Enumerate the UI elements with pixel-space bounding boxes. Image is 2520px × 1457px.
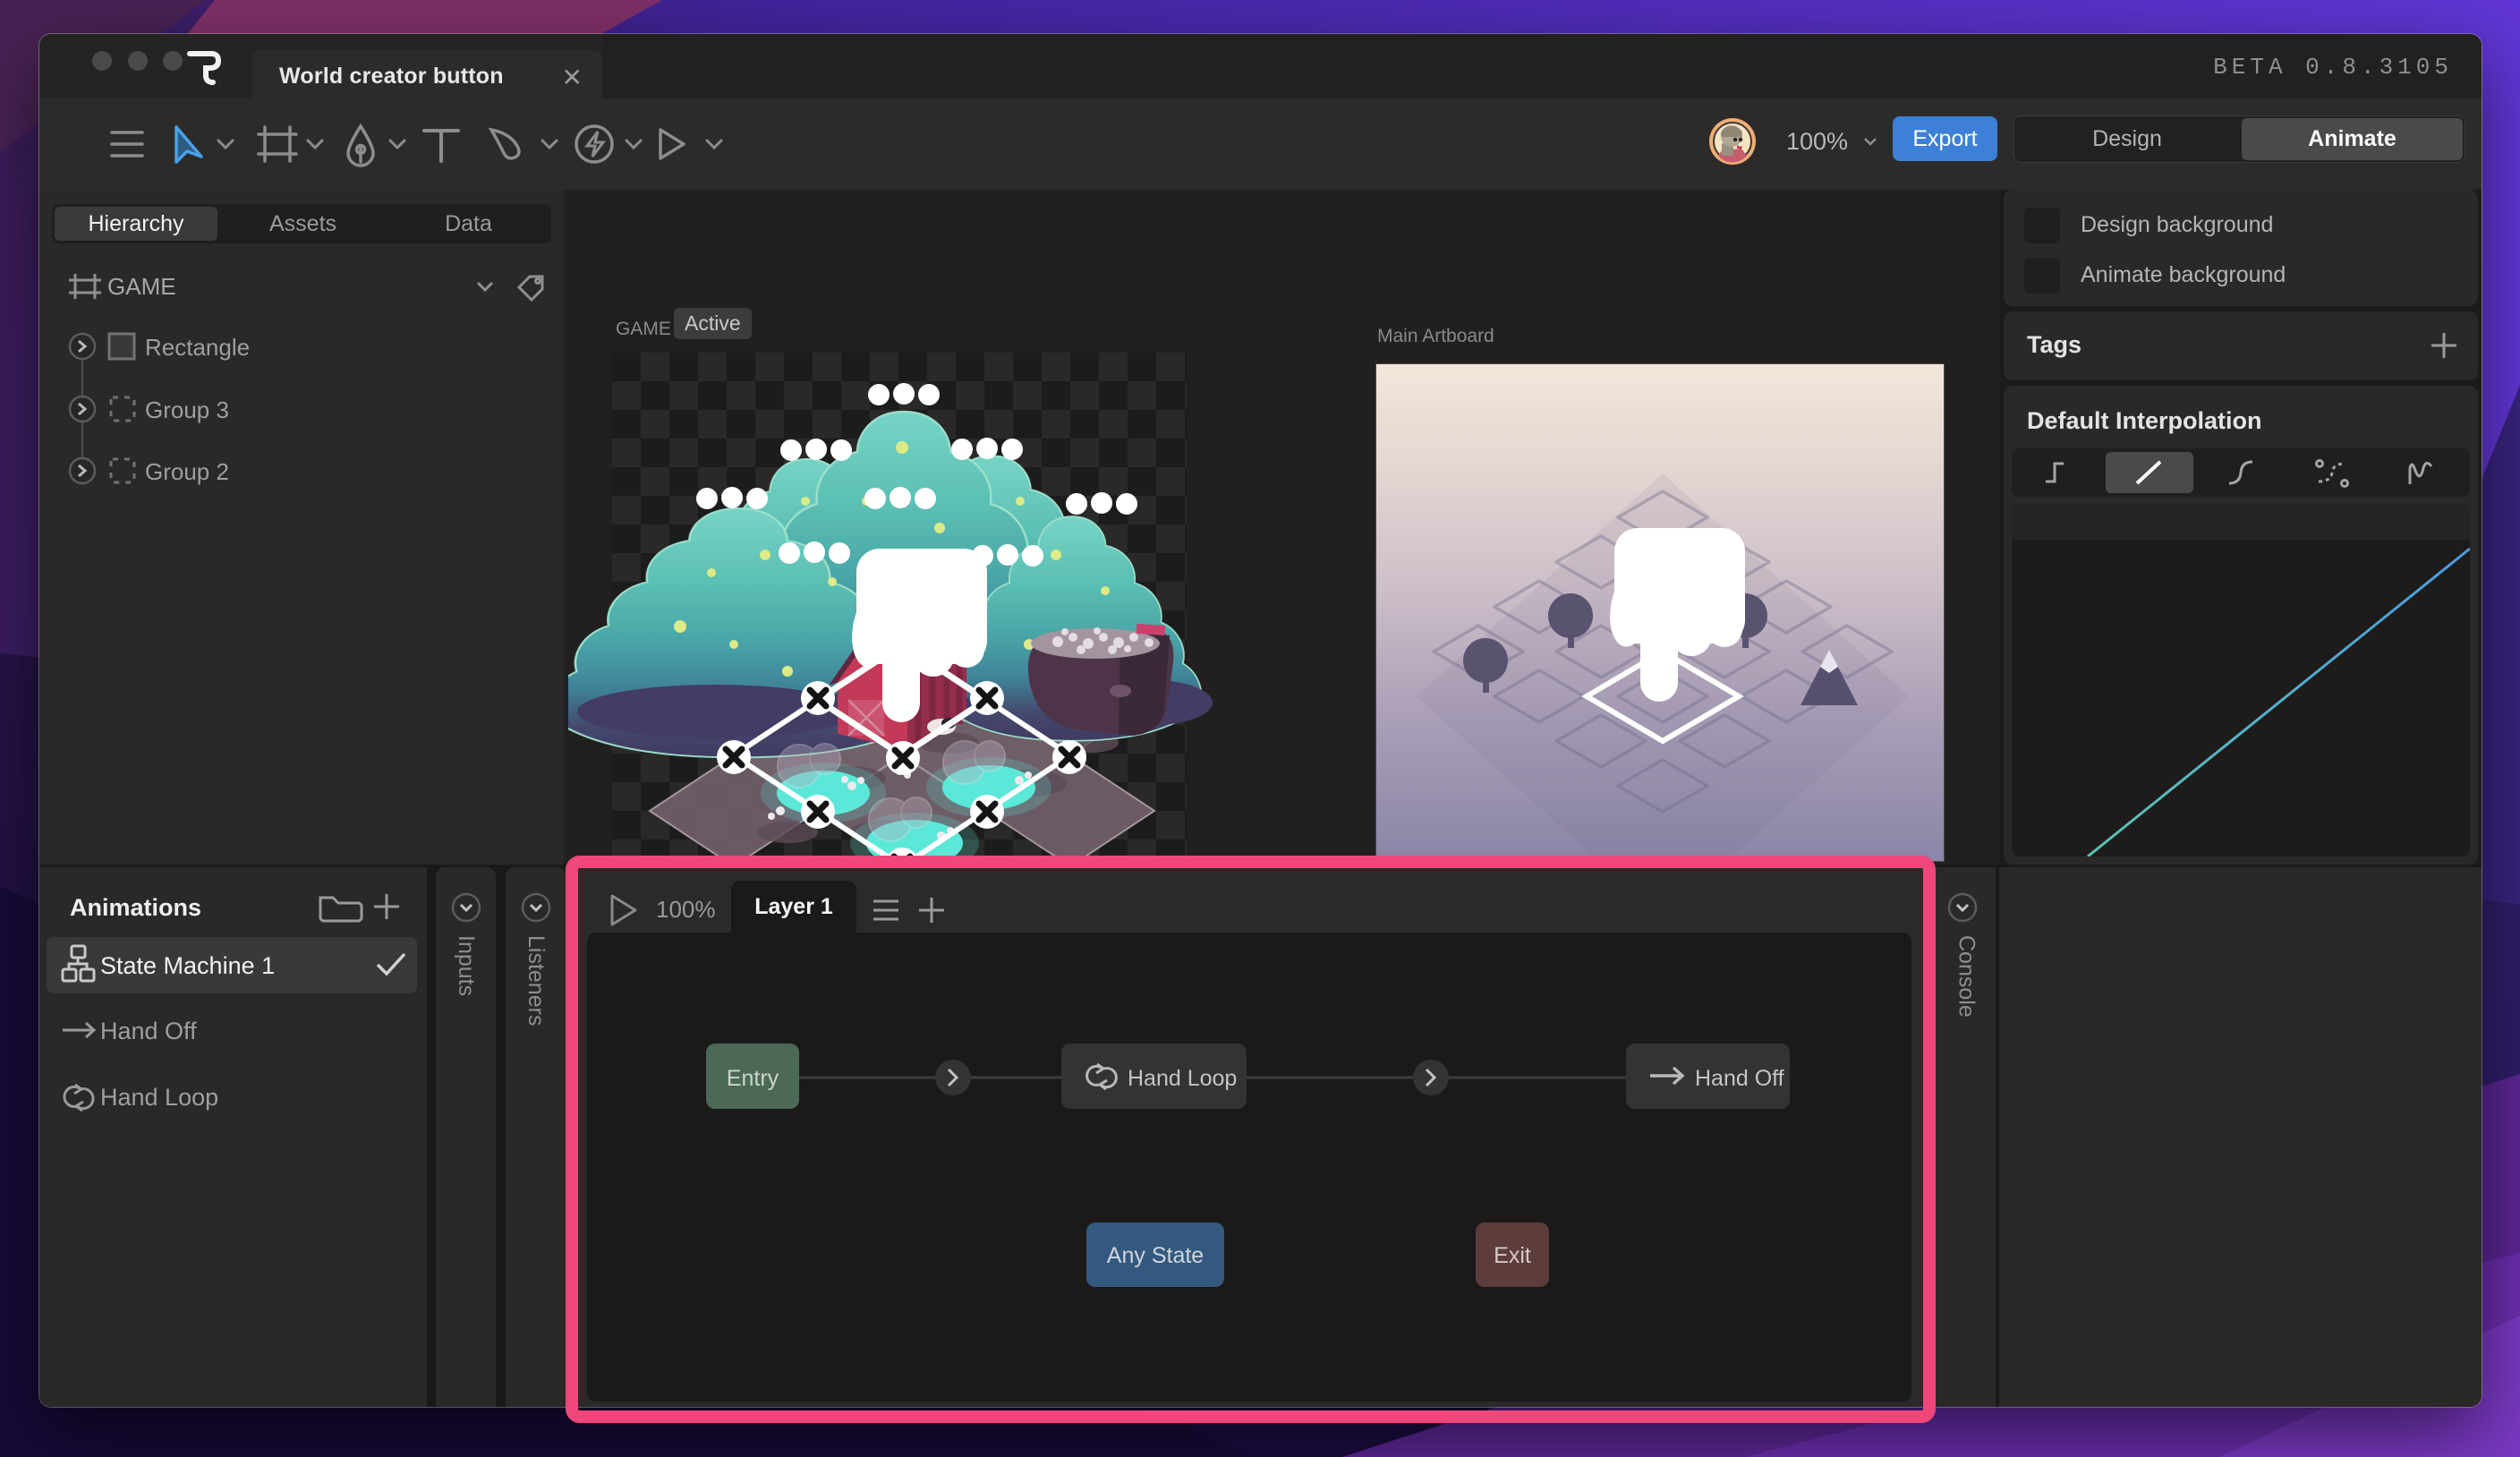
svg-text:Group 3: Group 3 xyxy=(145,396,229,423)
svg-text:Hand Off: Hand Off xyxy=(100,1018,197,1044)
svg-text:GAME: GAME xyxy=(107,273,176,300)
svg-text:State Machine 1: State Machine 1 xyxy=(100,952,275,979)
svg-text:Group 2: Group 2 xyxy=(145,458,229,485)
svg-text:Rectangle: Rectangle xyxy=(145,334,250,361)
svg-text:Hand Loop: Hand Loop xyxy=(100,1084,218,1111)
